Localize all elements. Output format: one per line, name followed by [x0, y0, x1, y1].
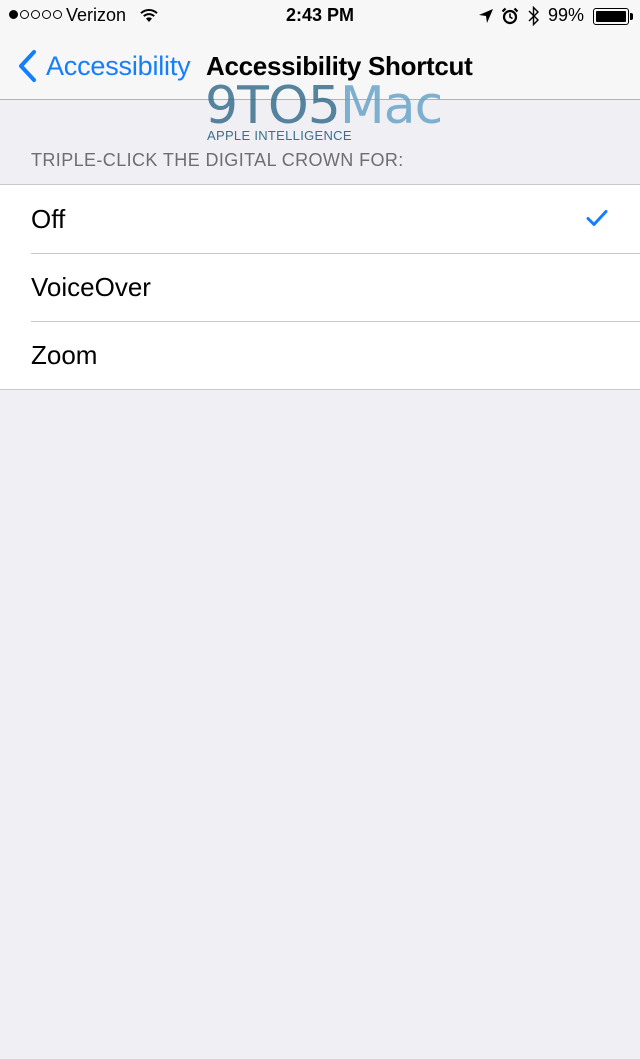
chevron-left-icon: [19, 50, 36, 82]
location-arrow-icon: [479, 9, 493, 23]
section-header: TRIPLE-CLICK THE DIGITAL CROWN FOR:: [31, 150, 404, 170]
back-button[interactable]: Accessibility: [16, 49, 191, 83]
option-voiceover[interactable]: VoiceOver: [0, 253, 640, 321]
battery-icon: [593, 8, 633, 25]
bluetooth-icon: [528, 5, 539, 27]
checkmark-icon: [586, 210, 608, 226]
options-list: Off VoiceOver Zoom: [0, 184, 640, 390]
back-button-label: Accessibility: [46, 50, 191, 81]
battery-percent: 99%: [548, 5, 585, 25]
option-label: VoiceOver: [31, 272, 151, 302]
status-time: 2:43 PM: [285, 5, 355, 25]
watermark-logo: 9TO5Mac APPLE INTELLIGENCE: [205, 76, 443, 143]
alarm-clock-icon: [501, 7, 519, 25]
option-off[interactable]: Off: [0, 185, 640, 253]
option-label: Off: [31, 204, 66, 234]
option-zoom[interactable]: Zoom: [0, 321, 640, 389]
option-label: Zoom: [31, 340, 98, 370]
status-bar: Verizon 2:43 PM 99%: [0, 0, 640, 33]
